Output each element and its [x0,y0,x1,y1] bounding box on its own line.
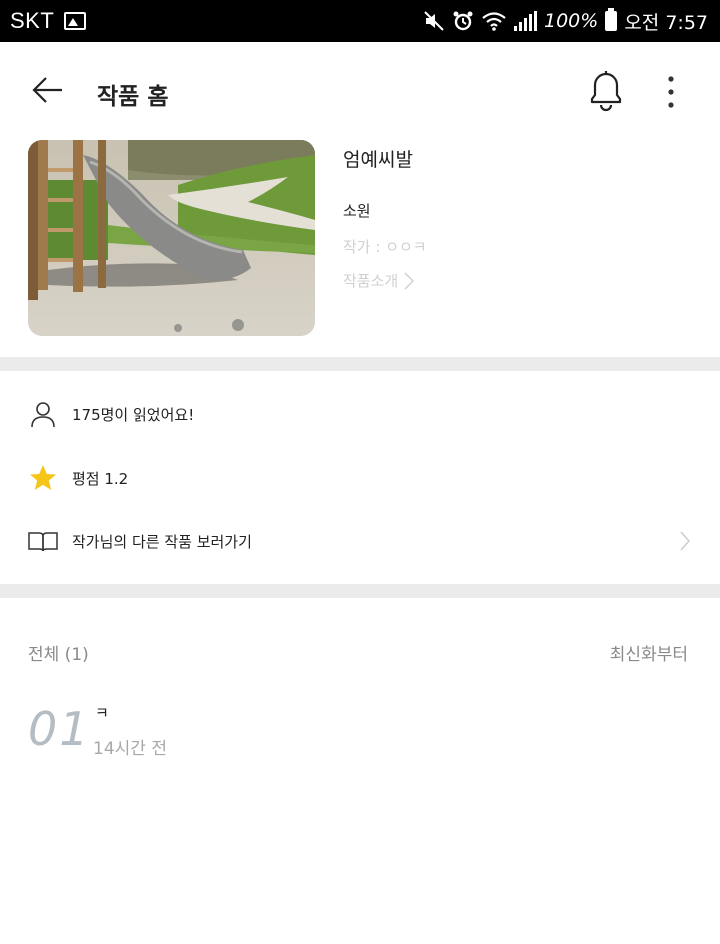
other-works-row[interactable]: 작가님의 다른 작품 보러가기 [0,516,720,566]
episode-title: ㅋ [95,704,109,722]
notification-button[interactable] [584,68,628,114]
clock: 오전 7:57 [624,11,708,34]
rating-value: 평점 1.2 [72,469,129,488]
chevron-right-icon [680,531,690,551]
mute-icon [424,11,444,31]
star-icon [28,463,58,493]
page-title: 작품 홈 [97,84,169,110]
readers-row: 175명이 읽었어요! [0,389,720,439]
rating-row: 평점 1.2 [0,453,720,503]
more-options-button[interactable] [656,72,686,112]
arrow-left-icon [32,77,62,103]
work-author: 작가 : ㅇㅇㅋ [343,238,427,256]
section-divider [0,584,720,598]
bell-icon [590,71,622,112]
sort-latest-button[interactable]: 최신화부터 [610,640,688,665]
battery-percent: 100% [544,10,599,32]
gallery-notification-icon [64,12,87,30]
other-works-label: 작가님의 다른 작품 보러가기 [72,532,252,551]
list-item[interactable]: 01 ㅋ 14시간 전 [0,690,720,780]
episode-count: 전체 (1) [28,645,89,665]
app-header: 작품 홈 [0,42,720,140]
battery-icon [605,8,618,31]
work-title: 엄예씨발 [343,149,413,171]
more-vertical-icon [668,76,674,108]
work-genre: 소원 [343,202,371,220]
chevron-right-icon [404,271,415,290]
alarm-icon [453,11,473,31]
wifi-icon [482,12,506,31]
episode-number: 01 [28,702,91,756]
playground-slide-image [28,140,315,336]
readers-count: 175명이 읽었어요! [72,405,195,424]
work-cover-image[interactable] [28,140,315,336]
back-button[interactable] [28,70,68,110]
book-icon [28,526,58,556]
section-divider [0,357,720,371]
signal-icon [514,11,537,31]
work-intro-link[interactable]: 작품소개 [343,270,415,291]
person-icon [28,399,58,429]
work-intro-label: 작품소개 [343,272,399,290]
episode-time: 14시간 전 [93,739,167,759]
status-bar: SKT 100% 오전 7:57 [0,0,720,42]
carrier-label: SKT [10,8,55,33]
